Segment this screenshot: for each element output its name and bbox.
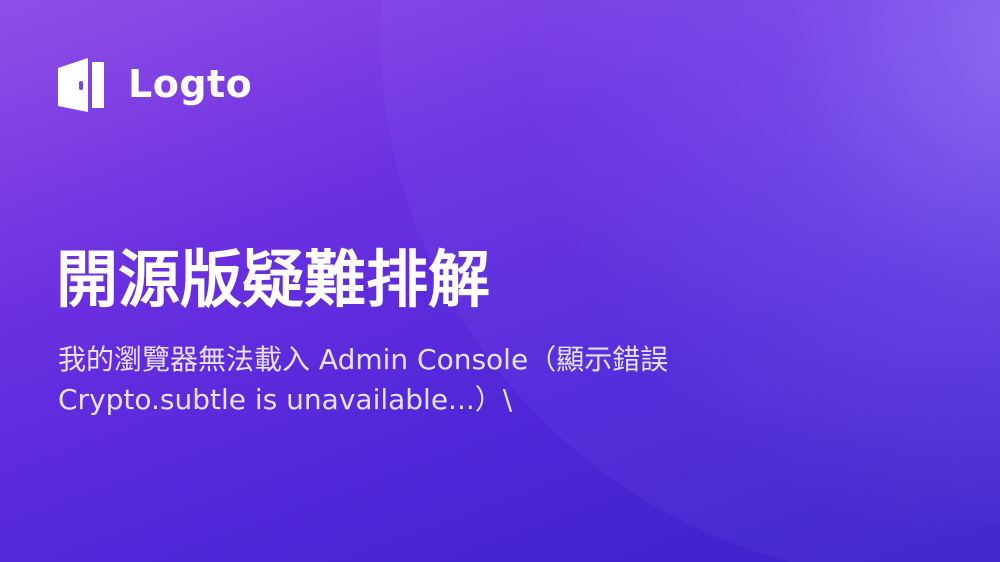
logto-door-icon — [58, 58, 104, 112]
banner: Logto 開源版疑難排解 我的瀏覽器無法載入 Admin Console（顯示… — [0, 0, 1000, 562]
brand-name: Logto — [128, 62, 253, 106]
subtitle-line-2: Crypto.subtle is unavailable...）\ — [58, 383, 513, 416]
background-glow — [500, 0, 1000, 540]
page-title: 開源版疑難排解 — [56, 243, 491, 316]
brand-logo: Logto — [58, 56, 252, 112]
page-subtitle: 我的瀏覽器無法載入 Admin Console（顯示錯誤 Crypto.subt… — [58, 340, 818, 420]
subtitle-line-1: 我的瀏覽器無法載入 Admin Console（顯示錯誤 — [58, 343, 669, 376]
